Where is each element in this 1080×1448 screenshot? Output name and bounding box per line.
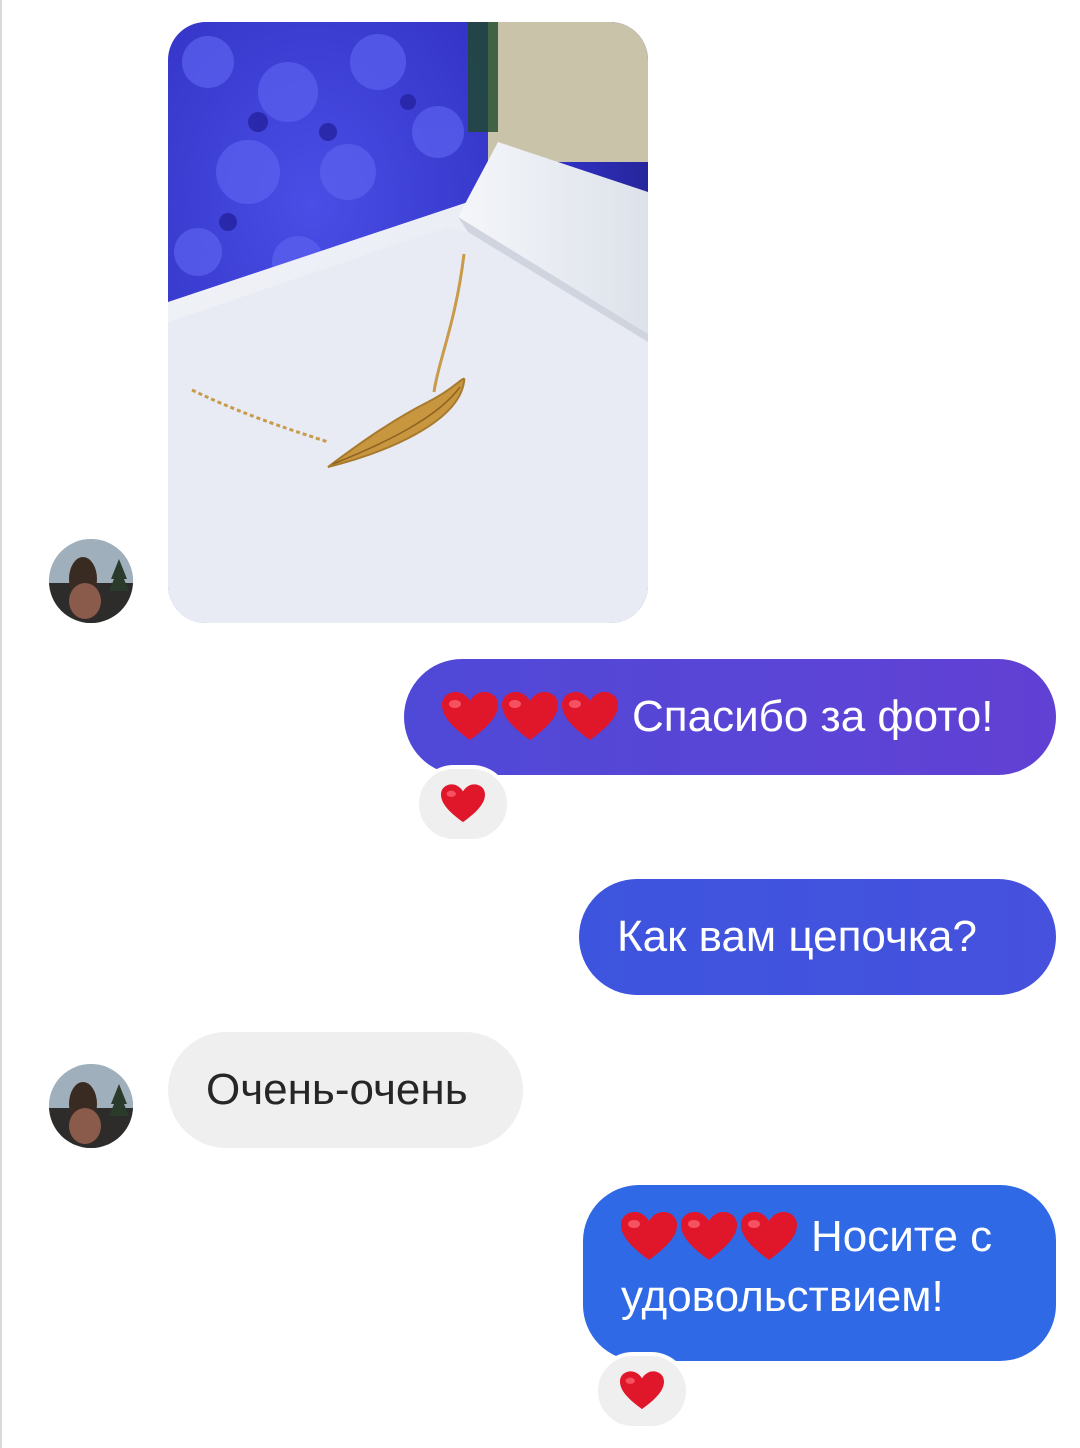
contact-avatar[interactable] — [49, 539, 133, 623]
emoji-hearts — [621, 1212, 797, 1262]
red-heart-icon — [741, 1212, 797, 1262]
avatar-image — [49, 539, 133, 623]
message-bubble-outgoing[interactable]: Носите с удовольствием! — [583, 1185, 1056, 1361]
shared-photo[interactable] — [168, 22, 648, 623]
contact-avatar[interactable] — [49, 1064, 133, 1148]
red-heart-icon — [442, 692, 498, 742]
red-heart-icon — [441, 784, 485, 824]
reaction-badge[interactable] — [594, 1352, 690, 1430]
message-bubble-incoming[interactable]: Очень-очень — [168, 1032, 523, 1148]
message-line: Носите с — [621, 1207, 992, 1267]
message-text: Спасибо за фото! — [632, 692, 994, 741]
message-bubble-outgoing[interactable]: Как вам цепочка? — [579, 879, 1056, 995]
message-text-block: Носите с удовольствием! — [621, 1207, 992, 1327]
necklace-photo-image — [168, 22, 648, 623]
red-heart-icon — [681, 1212, 737, 1262]
red-heart-icon — [621, 1212, 677, 1262]
red-heart-icon — [562, 692, 618, 742]
message-text-line2: удовольствием! — [621, 1272, 944, 1321]
emoji-hearts — [442, 692, 618, 742]
left-edge-divider — [0, 0, 2, 1448]
reaction-badge[interactable] — [415, 765, 511, 843]
message-text-line1: Носите с — [811, 1212, 993, 1261]
red-heart-icon — [502, 692, 558, 742]
red-heart-icon — [620, 1371, 664, 1411]
avatar-image — [49, 1064, 133, 1148]
message-bubble-outgoing[interactable]: Спасибо за фото! — [404, 659, 1056, 775]
message-text: Как вам цепочка? — [617, 912, 977, 961]
message-text: Очень-очень — [206, 1065, 468, 1114]
